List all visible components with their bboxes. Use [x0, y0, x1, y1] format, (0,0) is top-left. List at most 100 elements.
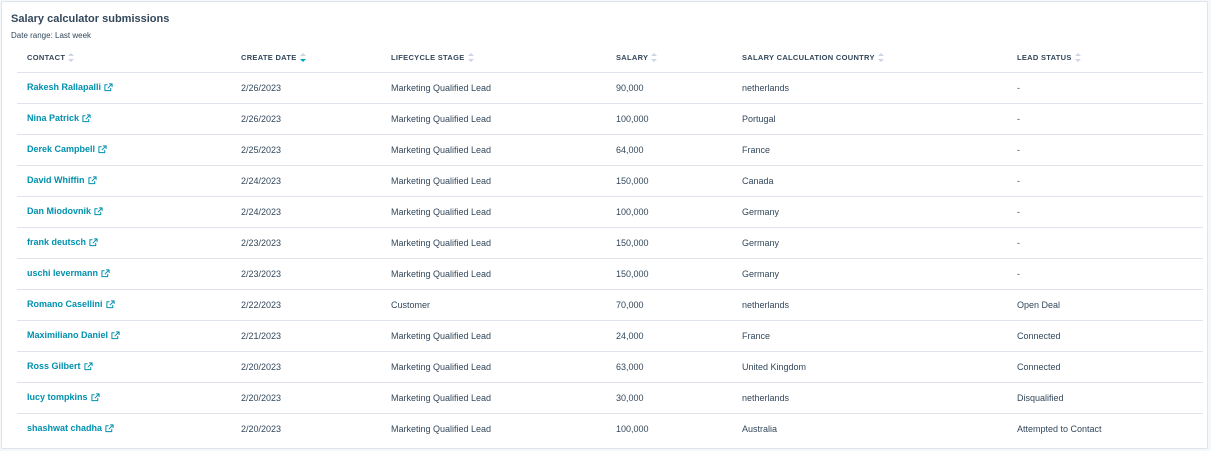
- salary-cell: 24,000: [606, 320, 732, 352]
- column-header-lead-status[interactable]: LEAD STATUS: [1007, 44, 1203, 73]
- salary-cell: 150,000: [606, 258, 732, 290]
- lead-status-cell: Open Deal: [1007, 289, 1203, 321]
- create-date-cell: 2/23/2023: [231, 227, 381, 259]
- contact-cell: Dan Miodovnik: [17, 196, 231, 228]
- column-header-contact[interactable]: CONTACT: [17, 44, 231, 73]
- lifecycle-stage-cell: Marketing Qualified Lead: [381, 165, 606, 197]
- contact-link[interactable]: Dan Miodovnik: [27, 206, 91, 216]
- create-date-cell: 2/25/2023: [231, 134, 381, 166]
- lead-status-cell: -: [1007, 258, 1203, 290]
- external-link-icon[interactable]: [98, 144, 107, 156]
- external-link-icon[interactable]: [89, 237, 98, 249]
- lifecycle-stage-cell: Marketing Qualified Lead: [381, 320, 606, 352]
- table-row: lucy tompkins 2/20/2023 Marketing Qualifie…: [17, 382, 1203, 414]
- contact-cell: Rakesh Rallapalli: [17, 72, 231, 104]
- external-link-icon[interactable]: [104, 82, 113, 94]
- sort-icon: [651, 53, 658, 63]
- table-row: Romano Casellini 2/22/2023 Customer 70,000 n…: [17, 289, 1203, 321]
- salary-cell: 70,000: [606, 289, 732, 321]
- contact-cell: Derek Campbell: [17, 134, 231, 166]
- table-row: Derek Campbell 2/25/2023 Marketing Qualifi…: [17, 134, 1203, 166]
- contact-cell: frank deutsch: [17, 227, 231, 259]
- lead-status-cell: Attempted to Contact: [1017, 424, 1102, 434]
- contact-link[interactable]: uschi levermann: [27, 268, 98, 278]
- contact-link[interactable]: frank deutsch: [27, 237, 86, 247]
- column-header-salary[interactable]: SALARY: [606, 44, 732, 73]
- contact-link[interactable]: Ross Gilbert: [27, 361, 81, 371]
- contact-link[interactable]: shashwat chadha: [27, 423, 102, 433]
- column-label: LEAD STATUS: [1017, 52, 1072, 62]
- contact-cell: Romano Casellini: [17, 289, 231, 321]
- external-link-icon[interactable]: [94, 206, 103, 218]
- column-label: SALARY: [616, 52, 649, 62]
- sort-icon: [1074, 53, 1081, 63]
- create-date-cell: 2/21/2023: [231, 320, 381, 352]
- create-date-cell: 2/24/2023: [231, 196, 381, 228]
- salary-cell: 90,000: [606, 72, 732, 104]
- create-date-cell: 2/26/2023: [231, 103, 381, 135]
- lead-status-cell: -: [1007, 165, 1203, 197]
- sort-icon: [877, 53, 884, 63]
- country-cell: Germany: [732, 196, 1007, 228]
- table-row: frank deutsch 2/23/2023 Marketing Qualifie…: [17, 227, 1203, 259]
- contact-link[interactable]: David Whiffin: [27, 175, 85, 185]
- column-label: LIFECYCLE STAGE: [391, 52, 465, 62]
- contact-link[interactable]: Nina Patrick: [27, 113, 79, 123]
- country-cell: France: [732, 320, 1007, 352]
- contact-link[interactable]: Rakesh Rallapalli: [27, 82, 101, 92]
- column-label: CONTACT: [27, 52, 66, 62]
- external-link-icon[interactable]: [90, 392, 100, 404]
- country-cell: United Kingdom: [732, 351, 1007, 383]
- external-link-icon[interactable]: [87, 175, 97, 187]
- lead-status-cell: -: [1007, 72, 1203, 104]
- external-link-icon[interactable]: [101, 268, 110, 280]
- external-link-icon[interactable]: [105, 299, 115, 311]
- table-row: Maximiliano Daniel 2/21/2023 Marketing Qua…: [17, 320, 1203, 352]
- table-row: David Whiffin 2/24/2023 Marketing Qualifie…: [17, 165, 1203, 197]
- country-cell: netherlands: [732, 382, 1007, 414]
- table-header-row: CONTACT CREATE DATE LIFECYCLE STAGE SALA…: [17, 44, 1203, 73]
- country-cell: netherlands: [732, 289, 1007, 321]
- lifecycle-stage-cell: Customer: [381, 289, 606, 321]
- table-row: uschi levermann 2/23/2023 Marketing Qualif…: [17, 258, 1203, 290]
- lifecycle-stage-cell: Marketing Qualified Lead: [391, 424, 492, 434]
- contact-cell: shashwat chadha: [17, 414, 231, 445]
- contact-link[interactable]: Maximiliano Daniel: [27, 330, 108, 340]
- sort-icon: [68, 53, 75, 63]
- create-date-cell: 2/22/2023: [231, 289, 381, 321]
- column-header-salary-country[interactable]: SALARY CALCULATION COUNTRY: [732, 44, 1007, 73]
- create-date-cell: 2/20/2023: [241, 424, 282, 434]
- external-link-icon[interactable]: [111, 330, 120, 342]
- lifecycle-stage-cell: Marketing Qualified Lead: [381, 227, 606, 259]
- column-label: CREATE DATE: [241, 52, 297, 62]
- salary-cell: 100,000: [616, 424, 649, 434]
- column-header-lifecycle-stage[interactable]: LIFECYCLE STAGE: [381, 44, 606, 73]
- salary-cell: 63,000: [606, 351, 732, 383]
- contact-cell: Ross Gilbert: [17, 351, 231, 383]
- external-link-icon[interactable]: [82, 113, 91, 125]
- country-cell: netherlands: [732, 72, 1007, 104]
- external-link-icon[interactable]: [83, 361, 93, 373]
- lifecycle-stage-cell: Marketing Qualified Lead: [381, 134, 606, 166]
- external-link-icon[interactable]: [105, 423, 114, 435]
- country-cell: Germany: [732, 227, 1007, 259]
- create-date-cell: 2/20/2023: [231, 382, 381, 414]
- create-date-cell: 2/26/2023: [231, 72, 381, 104]
- report-title: Salary calculator submissions: [11, 13, 170, 25]
- salary-cell: 100,000: [606, 103, 732, 135]
- create-date-cell: 2/24/2023: [231, 165, 381, 197]
- table-row: shashwat chadha 2/20/2023 Marketing Qualif…: [17, 414, 1203, 445]
- lead-status-cell: Connected: [1007, 351, 1203, 383]
- lifecycle-stage-cell: Marketing Qualified Lead: [381, 351, 606, 383]
- table-row: Dan Miodovnik 2/24/2023 Marketing Qualifie…: [17, 196, 1203, 228]
- report-card: Salary calculator submissions Date range…: [1, 1, 1208, 449]
- salary-cell: 100,000: [606, 196, 732, 228]
- table-row: Rakesh Rallapalli 2/26/2023 Marketing Qual…: [17, 72, 1203, 104]
- country-cell: France: [732, 134, 1007, 166]
- column-header-create-date[interactable]: CREATE DATE: [231, 44, 381, 73]
- date-range-label: Date range: Last week: [11, 31, 92, 40]
- salary-cell: 150,000: [606, 227, 732, 259]
- contact-link[interactable]: Romano Casellini: [27, 299, 103, 309]
- contact-link[interactable]: lucy tompkins: [27, 392, 88, 402]
- contact-link[interactable]: Derek Campbell: [27, 144, 95, 154]
